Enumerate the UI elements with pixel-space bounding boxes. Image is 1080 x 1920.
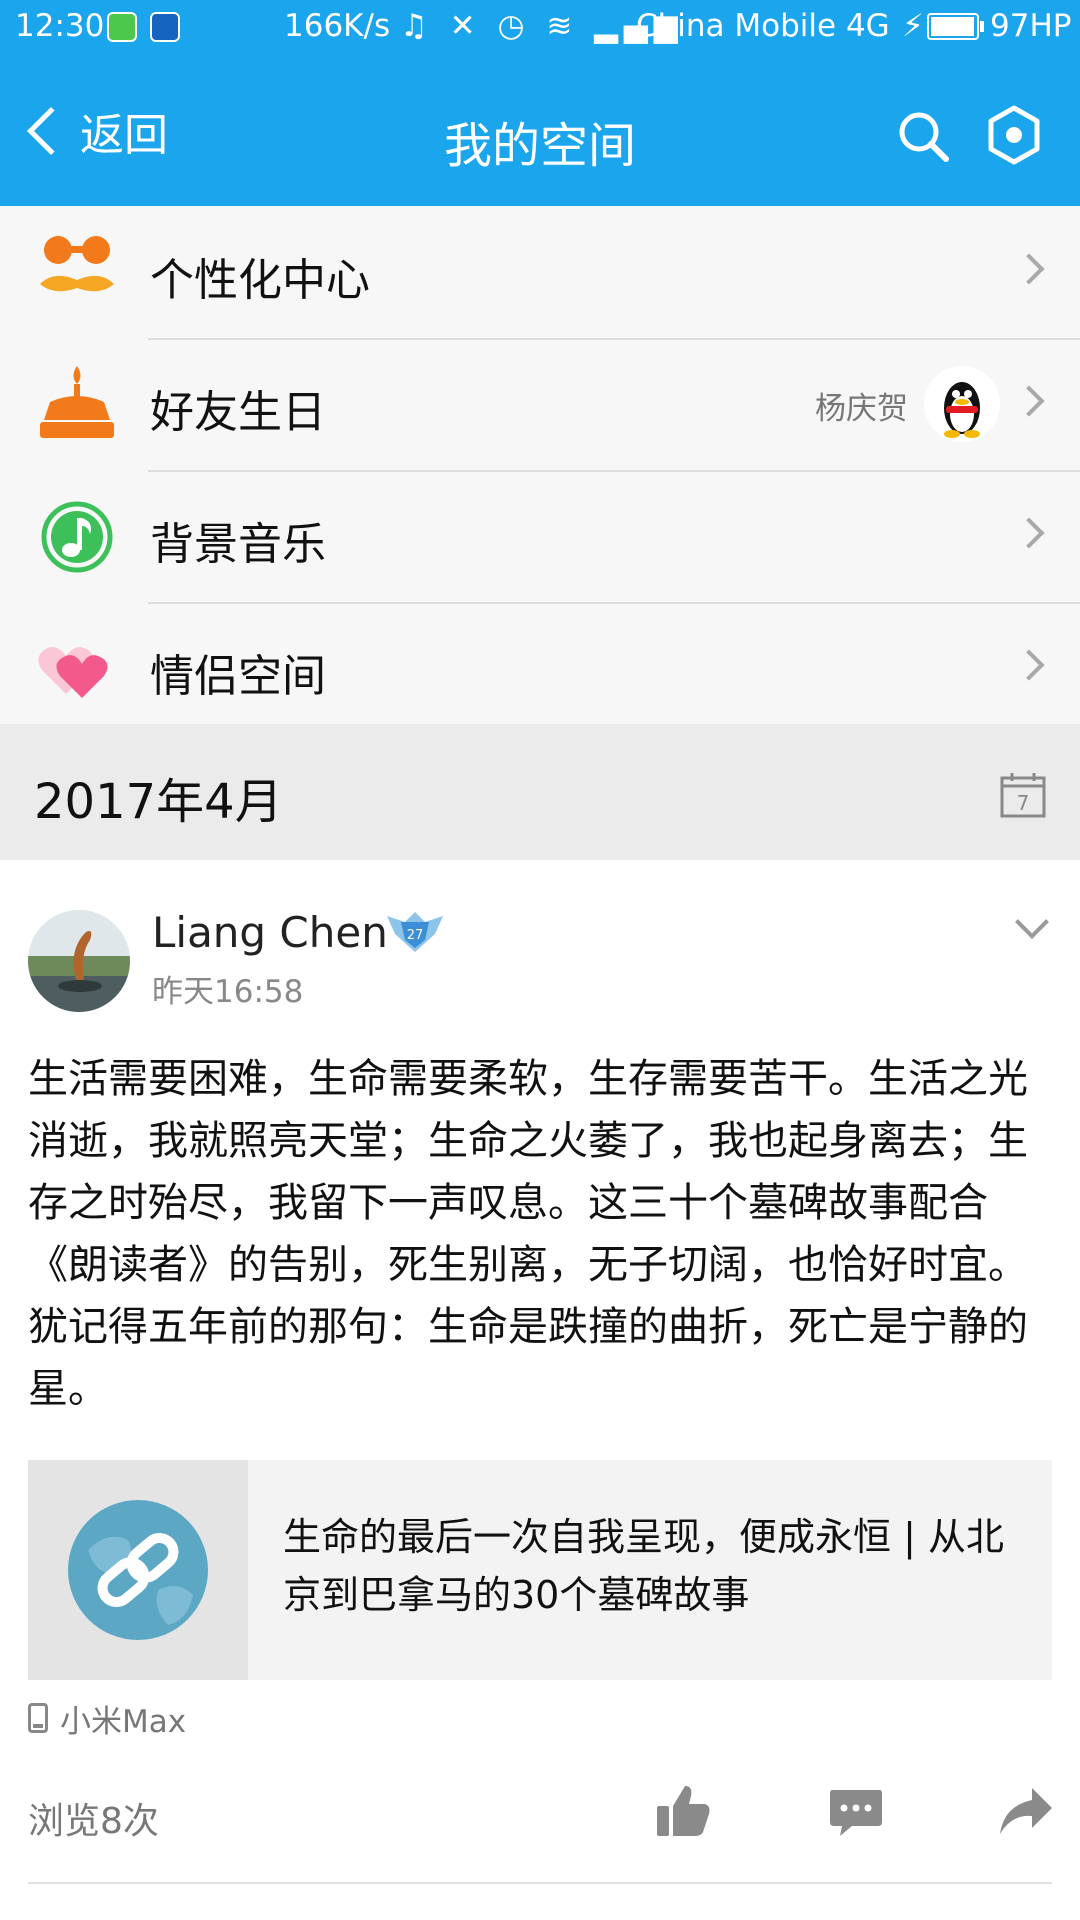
battery-fill [931, 17, 974, 36]
post-divider [28, 1882, 1052, 1884]
month-header: 2017年4月 7 [0, 724, 1080, 860]
search-icon[interactable] [895, 108, 951, 164]
author-name[interactable]: Liang Chen [152, 908, 388, 957]
battery-level: 97HP [990, 8, 1072, 44]
menu-item-label: 个性化中心 [150, 255, 370, 306]
status-time: 12:30 [15, 8, 105, 44]
menu-item-label: 情侣空间 [150, 651, 326, 702]
svg-text:7: 7 [1017, 791, 1030, 815]
chevron-right-icon [1013, 517, 1045, 549]
share-icon[interactable] [998, 1786, 1054, 1836]
device-info: 小米Max [28, 1696, 186, 1740]
mustache-icon [40, 236, 114, 292]
chevron-right-icon [1013, 385, 1045, 417]
device-label: 小米Max [60, 1703, 187, 1740]
nav-bar: 返回 我的空间 [0, 56, 1080, 206]
view-count: 浏览8次 [28, 1801, 159, 1842]
friend-avatar [924, 366, 1000, 442]
month-label: 2017年4月 [34, 774, 283, 830]
post-text: 生活需要困难，生命需要柔软，生存需要苦干。生活之光消逝，我就照亮天堂；生命之火萎… [28, 1056, 1028, 1412]
chevron-right-icon [1013, 649, 1045, 681]
birthday-friend-name: 杨庆贺 [815, 391, 908, 427]
battery-icon [927, 13, 979, 40]
menu-item-friend-birthday[interactable]: 好友生日 杨庆贺 [0, 338, 1080, 472]
music-note-icon [41, 501, 113, 573]
feed-post: Liang Chen 27 昨天16:58 生活需要困难，生命需要柔软，生存需要… [0, 860, 1080, 1920]
link-globe-icon [68, 1500, 208, 1640]
vip-badge-icon: 27 [387, 912, 443, 952]
link-thumbnail [28, 1460, 248, 1680]
phone-icon [28, 1703, 48, 1733]
hearts-icon [38, 647, 108, 698]
chevron-down-icon[interactable] [1015, 905, 1049, 939]
menu-item-background-music[interactable]: 背景音乐 [0, 470, 1080, 604]
status-bar: 12:30 166K/s ♫ ✕ ◷ ≋ ▂▄▆ China Mobile 4G… [0, 0, 1080, 56]
space-menu: 个性化中心 好友生日 杨庆贺 背景音乐 情侣空间 [0, 206, 1080, 734]
menu-item-couple-space[interactable]: 情侣空间 [0, 602, 1080, 734]
shared-link-card[interactable]: 生命的最后一次自我呈现，便成永恒 | 从北京到巴拿马的30个墓碑故事 [28, 1460, 1052, 1680]
battery-app-icon [107, 12, 137, 42]
post-time: 昨天16:58 [152, 974, 304, 1010]
menu-item-personalization[interactable]: 个性化中心 [0, 206, 1080, 340]
calendar-icon[interactable]: 7 [1000, 772, 1046, 818]
menu-item-label: 背景音乐 [150, 519, 326, 570]
network-speed: 166K/s [284, 8, 391, 44]
carrier-label: China Mobile 4G [636, 8, 890, 44]
birthday-cake-icon [40, 366, 114, 438]
comment-icon[interactable] [828, 1786, 884, 1838]
settings-hexagon-icon[interactable] [983, 104, 1045, 166]
chevron-right-icon [1013, 253, 1045, 285]
thumbs-up-icon[interactable] [655, 1782, 711, 1838]
svg-text:27: 27 [407, 928, 424, 943]
app-notification-icon [150, 12, 180, 42]
charging-icon: ⚡ [902, 8, 924, 44]
menu-item-label: 好友生日 [150, 387, 326, 438]
battery-cap [980, 21, 984, 32]
link-title: 生命的最后一次自我呈现，便成永恒 | 从北京到巴拿马的30个墓碑故事 [283, 1515, 1004, 1617]
author-avatar[interactable] [28, 910, 130, 1012]
